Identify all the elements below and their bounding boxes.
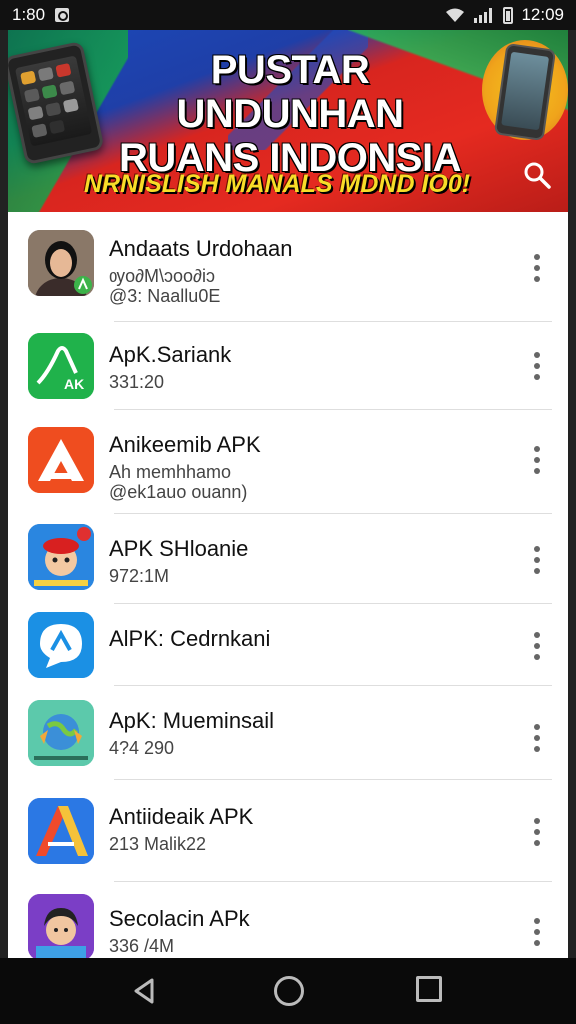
banner-title: PUSTAR UNDUNHAN RUANS INDONSIA <box>100 48 480 180</box>
apk-orange-triangle-icon <box>28 427 94 493</box>
app-name: AlPK: Cedrnkani <box>109 626 271 651</box>
battery-icon <box>503 6 514 24</box>
list-item[interactable]: Anikeemib APK Ah memhhamo @ek1auo ouann) <box>8 410 568 514</box>
more-options-icon[interactable] <box>532 918 542 946</box>
more-options-icon[interactable] <box>532 254 542 282</box>
signal-icon <box>474 8 493 23</box>
svg-text:AK: AK <box>64 376 84 392</box>
list-item[interactable]: Antiideaik APK 213 Malik22 <box>8 780 568 882</box>
home-icon[interactable] <box>274 976 304 1006</box>
app-meta: 972:1M <box>109 566 170 586</box>
app-name: Andaats Urdohaan <box>109 236 293 261</box>
status-time-right: 12:09 <box>521 5 564 24</box>
status-time-left: 1:80 <box>12 5 46 24</box>
screen-edge-left <box>0 30 8 958</box>
chat-bubble-icon <box>28 612 94 678</box>
more-options-icon[interactable] <box>532 724 542 752</box>
header-banner: PUSTAR UNDUNHAN RUANS INDONSIA NRNISLISH… <box>8 30 568 212</box>
list-item[interactable]: AK ApK.Sariank 331:20 <box>8 322 568 410</box>
app-meta: 4?4 290 <box>109 738 175 758</box>
list-item[interactable]: Secolacin APk 336 /4M <box>8 882 568 958</box>
app-name: Antiideaik APK <box>109 804 254 829</box>
more-options-icon[interactable] <box>532 632 542 660</box>
avatar-boy-icon <box>28 894 94 958</box>
app-list: Andaats Urdohaan ѹo∂M\ↄoo∂iↄ @3: Naallu0… <box>8 212 568 958</box>
app-name: Secolacin APk <box>109 906 250 931</box>
app-meta: ѹo∂M\ↄoo∂iↄ <box>109 266 215 286</box>
search-icon[interactable] <box>522 160 552 190</box>
apk-blue-triangle-icon <box>28 798 94 864</box>
list-item[interactable]: APK SHloanie 972:1M <box>8 514 568 604</box>
avatar-red-hat-icon <box>28 524 94 590</box>
banner-subtitle: NRNISLISH MANALS MDND IO0! <box>84 170 471 198</box>
app-meta: Ah memhhamo <box>109 462 232 482</box>
recent-apps-icon[interactable] <box>416 976 442 1002</box>
app-name: ApK.Sariank <box>109 342 232 367</box>
app-meta-secondary: @ek1auo ouann) <box>109 482 248 502</box>
more-options-icon[interactable] <box>532 546 542 574</box>
app-meta: 331:20 <box>109 372 165 392</box>
screen-edge-right <box>568 30 576 958</box>
status-bar: 1:80 12:09 <box>0 0 576 30</box>
app-meta: 213 Malik22 <box>109 834 207 854</box>
banner-title-line1: PUSTAR UNDUNHAN <box>176 48 404 136</box>
person-photo-icon <box>28 230 94 296</box>
app-name: Anikeemib APK <box>109 432 261 457</box>
navigation-bar <box>0 958 576 1024</box>
apk-green-icon: AK <box>28 333 94 399</box>
list-item[interactable]: AlPK: Cedrnkani <box>8 604 568 686</box>
more-options-icon[interactable] <box>532 446 542 474</box>
app-meta: 336 /4M <box>109 936 175 956</box>
list-item[interactable]: ApK: Mueminsail 4?4 290 <box>8 686 568 780</box>
app-name: ApK: Mueminsail <box>109 708 275 733</box>
globe-creature-icon <box>28 700 94 766</box>
back-icon[interactable] <box>130 976 160 1006</box>
more-options-icon[interactable] <box>532 818 542 846</box>
list-item[interactable]: Andaats Urdohaan ѹo∂M\ↄoo∂iↄ @3: Naallu0… <box>8 212 568 322</box>
more-options-icon[interactable] <box>532 352 542 380</box>
phone-illustration-right <box>482 40 568 142</box>
wifi-icon <box>446 8 465 22</box>
notification-icon <box>55 8 70 22</box>
app-meta-secondary: @3: Naallu0E <box>109 286 221 306</box>
app-name: APK SHloanie <box>109 536 249 561</box>
